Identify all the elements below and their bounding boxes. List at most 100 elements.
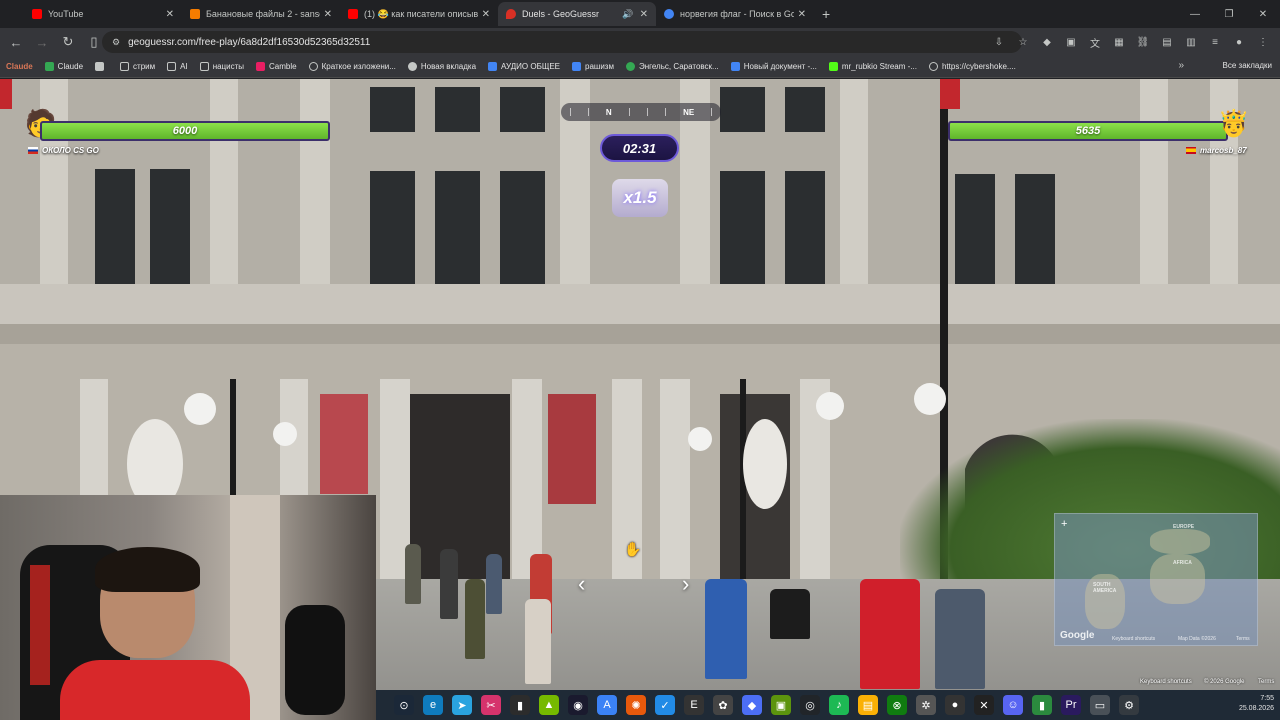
puzzle-icon[interactable]: ▣	[1062, 32, 1080, 52]
speaker-icon[interactable]: 🔊	[622, 9, 633, 20]
bookmark-stream[interactable]: стрим	[120, 62, 155, 71]
maximize-icon[interactable]: ❐	[1212, 0, 1246, 28]
gear-icon[interactable]: ⚙	[1119, 695, 1139, 715]
folder-icon	[199, 62, 209, 71]
left-player-name: ОКОЛО CS GO	[28, 146, 99, 155]
dota-icon[interactable]: ✕	[974, 695, 994, 715]
bookmark-claude-2[interactable]: Claude	[44, 62, 84, 71]
map-pin-icon	[625, 62, 635, 71]
sidebar-icon[interactable]: ▥	[1182, 32, 1200, 52]
bookmark-apps[interactable]	[95, 62, 108, 71]
map-continent	[1150, 529, 1210, 554]
spotify-icon[interactable]: ♪	[829, 695, 849, 715]
stats-icon[interactable]: ▮	[1032, 695, 1052, 715]
camera-icon[interactable]: ◎	[800, 695, 820, 715]
translate-icon[interactable]: 文	[1086, 32, 1104, 52]
tab-youtube[interactable]: YouTube ✕	[24, 2, 182, 26]
tab-banana-files[interactable]: Банановые файлы 2 - sansgot ✕	[182, 2, 340, 26]
right-player-name-text: marcosb_87	[1200, 146, 1247, 155]
bookmark-new-doc[interactable]: Новый документ -...	[730, 62, 817, 71]
extension-icons: ⇩ ☆ ◆ ▣ 文 ▦ ⛓ ▤ ▥ ≡ ● ⋮	[990, 32, 1272, 52]
system-clock[interactable]: 7:55 25.08.2026	[1239, 694, 1274, 714]
discord-icon[interactable]: ☺	[1003, 695, 1023, 715]
move-arrow-right-icon[interactable]: ›	[682, 571, 689, 597]
bookmark-rashism[interactable]: рашизм	[572, 62, 614, 71]
minimize-icon[interactable]: —	[1178, 0, 1212, 28]
bookmark-summary[interactable]: Краткое изложени...	[308, 62, 396, 71]
image-viewer-icon[interactable]: ▭	[1090, 695, 1110, 715]
bookmark-kick[interactable]: mr_rubkio Stream -...	[828, 62, 917, 71]
new-tab-button[interactable]: +	[822, 6, 830, 22]
close-icon[interactable]: ✕	[798, 9, 806, 20]
move-arrow-left-icon[interactable]: ‹	[578, 571, 585, 597]
close-icon[interactable]: ✕	[640, 9, 648, 20]
terms-link[interactable]: Terms	[1258, 679, 1274, 685]
link-icon[interactable]: ⛓	[1134, 32, 1152, 52]
bookmark-nazis[interactable]: нацисты	[199, 62, 244, 71]
minimap-keyboard-shortcuts[interactable]: Keyboard shortcuts	[1112, 636, 1155, 642]
snipping-icon[interactable]: ✂	[481, 695, 501, 715]
bookmark-claude[interactable]: Claude	[6, 62, 33, 71]
extension-icon[interactable]: ◆	[1038, 32, 1056, 52]
reload-icon[interactable]: ↻	[56, 30, 80, 54]
menu-icon[interactable]: ≡	[1206, 32, 1224, 52]
nvidia-app-icon[interactable]: ▣	[771, 695, 791, 715]
address-bar[interactable]: ⚙ geoguessr.com/free-play/6a8d2df16530d5…	[102, 31, 1022, 53]
pedestrian	[405, 544, 421, 604]
site-info-icon[interactable]: ⚙	[112, 37, 120, 48]
close-icon[interactable]: ✕	[324, 9, 332, 20]
keyboard-shortcuts-link[interactable]: Keyboard shortcuts	[1140, 679, 1192, 685]
grid-icon[interactable]: ▦	[1110, 32, 1128, 52]
streamer-hair	[95, 547, 200, 592]
epic-icon[interactable]: E	[684, 695, 704, 715]
back-icon[interactable]: ←	[4, 30, 28, 54]
terminal-icon[interactable]: ▮	[510, 695, 530, 715]
arc-icon[interactable]: A	[597, 695, 617, 715]
vpn-icon[interactable]: ◆	[742, 695, 762, 715]
steam-icon[interactable]: ⊙	[394, 695, 414, 715]
reader-icon[interactable]: ▤	[1158, 32, 1176, 52]
forward-icon[interactable]: →	[30, 30, 54, 54]
chevron-right-icon[interactable]: »	[1178, 60, 1184, 71]
settings-app-icon[interactable]: ✲	[916, 695, 936, 715]
right-player-name: marcosb_87	[1186, 146, 1247, 155]
bookmark-cybershoke[interactable]: https://cybershoke....	[928, 62, 1016, 71]
check-icon[interactable]: ✓	[655, 695, 675, 715]
close-icon[interactable]: ✕	[166, 9, 174, 20]
bookmark-label: https://cybershoke....	[941, 62, 1016, 71]
folder-icon	[120, 62, 130, 71]
tab-youtube-video[interactable]: (1) 😂 как писатели описыва ✕	[340, 2, 498, 26]
compass-northeast: NE	[683, 107, 695, 117]
close-icon[interactable]: ✕	[482, 9, 490, 20]
tab-google-search[interactable]: норвегия флаг - Поиск в Goo ✕	[656, 2, 814, 26]
zoom-in-icon[interactable]: +	[1061, 518, 1067, 530]
more-icon[interactable]: ⋮	[1254, 32, 1272, 52]
bookmark-new-tab[interactable]: Новая вкладка	[407, 62, 476, 71]
guess-minimap[interactable]: + EUROPE AFRICA SOUTH AMERICA	[1054, 513, 1258, 646]
bookmark-engels[interactable]: Энгельс, Саратовск...	[625, 62, 719, 71]
round-timer: 02:31	[600, 134, 679, 162]
obs-icon[interactable]: ◉	[568, 695, 588, 715]
edge-icon[interactable]: e	[423, 695, 443, 715]
xbox-icon[interactable]: ⊗	[887, 695, 907, 715]
all-bookmarks[interactable]: Все закладки	[1223, 61, 1272, 70]
chatgpt-icon[interactable]: ✿	[713, 695, 733, 715]
profile-icon[interactable]: ●	[1230, 32, 1248, 52]
star-icon[interactable]: ☆	[1014, 32, 1032, 52]
minimap-terms[interactable]: Terms	[1236, 636, 1250, 642]
bookmark-camble[interactable]: Camble	[256, 62, 297, 71]
files-icon[interactable]: ▤	[858, 695, 878, 715]
bookmark-audio[interactable]: АУДИО ОБЩЕЕ	[488, 62, 560, 71]
install-icon[interactable]: ⇩	[990, 32, 1008, 52]
bookmark-label: Claude	[57, 62, 84, 71]
tab-bar: YouTube ✕ Банановые файлы 2 - sansgot ✕ …	[0, 0, 1280, 28]
sun-icon[interactable]: ✺	[626, 695, 646, 715]
nvidia-icon[interactable]: ▲	[539, 695, 559, 715]
premiere-icon[interactable]: Pr	[1061, 695, 1081, 715]
bookmark-ai[interactable]: AI	[167, 62, 188, 71]
microphone	[285, 605, 345, 715]
tab-geoguessr[interactable]: Duels - GeoGuessr 🔊 ✕	[498, 2, 656, 26]
telegram-icon[interactable]: ➤	[452, 695, 472, 715]
close-window-icon[interactable]: ✕	[1246, 0, 1280, 28]
record-icon[interactable]: ●	[945, 695, 965, 715]
